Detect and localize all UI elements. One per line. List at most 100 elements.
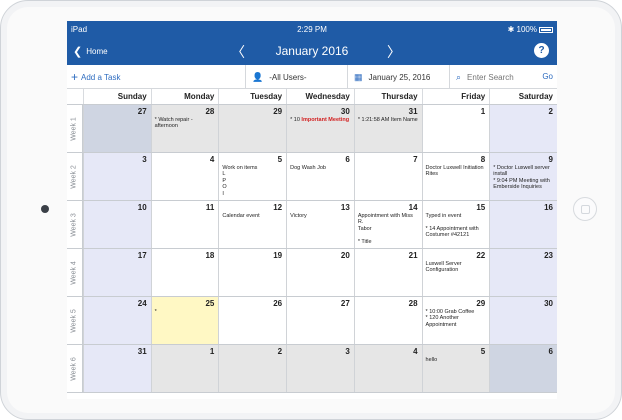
day-cell[interactable]: 28 * Watch repair - afternoon — [150, 105, 219, 152]
day-cell[interactable]: 8 Doctor Luxwell Initiation Rites — [421, 153, 490, 200]
event-text: Calendar event — [222, 213, 260, 219]
add-task-label: Add a Task — [81, 73, 121, 82]
day-cell[interactable]: 31 — [82, 345, 151, 392]
day-cell[interactable]: 4 — [353, 345, 422, 392]
day-cell[interactable]: 24 — [82, 297, 151, 344]
day-cell[interactable]: 22 Luxwell Server Configuration — [421, 249, 490, 296]
day-cell[interactable]: 2 — [489, 105, 557, 152]
day-cell[interactable]: 9 * Doctor Luxwell server install * 9:04 … — [489, 153, 557, 200]
next-month-button[interactable]: 〉 — [387, 42, 401, 62]
user-filter-value: -All Users- — [269, 73, 307, 82]
day-number: 29 — [273, 107, 283, 116]
day-cell[interactable]: 27 — [82, 105, 151, 152]
important-event-text: Important Meeting — [301, 117, 350, 123]
day-number: 5 — [480, 347, 486, 356]
day-cell[interactable]: 3 — [286, 345, 354, 392]
event-list[interactable]: Typed in event * 14 Appointment with Cos… — [426, 213, 488, 239]
day-cell[interactable]: 4 — [150, 153, 219, 200]
event-list[interactable]: Doctor Luxwell Initiation Rites — [426, 165, 488, 178]
day-cell[interactable]: 10 — [82, 201, 151, 248]
day-cell[interactable]: 31 * 1:21:58 AM Item Name — [353, 105, 422, 152]
day-cell[interactable]: 30 — [489, 297, 557, 344]
search-input[interactable] — [467, 73, 528, 82]
weekday-header: Sunday Monday Tuesday Wednesday Thursday Frid… — [67, 89, 557, 105]
day-cell[interactable]: 28 — [353, 297, 422, 344]
event-list[interactable]: Appointment with Miss R. Tabor * Title — [358, 213, 420, 245]
week-label-text: Week 4 — [70, 260, 78, 285]
day-number: 21 — [408, 251, 418, 260]
weekday-sunday: Sunday — [82, 89, 151, 104]
event-list[interactable]: * — [155, 309, 217, 315]
day-cell[interactable]: 27 — [286, 297, 354, 344]
day-cell[interactable]: 5 hello — [421, 345, 490, 392]
day-cell[interactable]: 19 — [218, 249, 287, 296]
event-text: Victory — [290, 213, 307, 219]
event-list[interactable]: Work on items L P O I — [222, 165, 284, 197]
event-list[interactable]: * 1:21:58 AM Item Name — [358, 117, 420, 123]
home-button-icon — [581, 205, 590, 214]
event-list[interactable]: Calendar event — [222, 213, 284, 219]
day-cell[interactable]: 2 — [218, 345, 287, 392]
day-cell[interactable]: 29 * 10:00 Grab Coffee * 120 Another Appo… — [421, 297, 490, 344]
weekday-wednesday: Wednesday — [286, 89, 354, 104]
help-button[interactable]: ? — [534, 43, 549, 58]
day-number: 25 — [205, 299, 215, 308]
add-task-button[interactable]: + Add a Task — [71, 65, 243, 89]
event-list[interactable]: hello — [426, 357, 488, 363]
day-cell[interactable]: 14 Appointment with Miss R. Tabor * Title — [353, 201, 422, 248]
day-cell[interactable]: 12 Calendar event — [218, 201, 287, 248]
bluetooth-icon: ✱ — [507, 25, 517, 34]
day-cell[interactable]: 5 Work on items L P O I — [218, 153, 287, 200]
event-list[interactable]: Victory — [290, 213, 352, 219]
user-filter-select[interactable]: 👤 -All Users- — [245, 65, 345, 89]
day-cell[interactable]: 18 — [150, 249, 219, 296]
day-number: 8 — [480, 155, 486, 164]
day-cell[interactable]: 15 Typed in event * 14 Appointment with C… — [421, 201, 490, 248]
day-cell[interactable]: 29 — [218, 105, 287, 152]
day-number: 1 — [480, 107, 486, 116]
status-time: 2:29 PM — [297, 25, 327, 34]
day-cell[interactable]: 1 — [421, 105, 490, 152]
event-list[interactable]: Dog Wash Job — [290, 165, 352, 171]
week-column-header — [67, 89, 83, 104]
day-cell[interactable]: 30 * 10 Important Meeting — [286, 105, 354, 152]
event-list[interactable]: * Doctor Luxwell server install * 9:04 P… — [493, 165, 555, 191]
day-number: 3 — [345, 347, 350, 356]
week-row: Week 6 31 1 2 3 4 5 hello 6 — [67, 345, 557, 393]
date-picker[interactable]: ▦ January 25, 2016 — [347, 65, 447, 89]
day-number: 23 — [544, 251, 553, 260]
event-list[interactable]: Luxwell Server Configuration — [426, 261, 488, 274]
home-button[interactable] — [573, 197, 597, 221]
event-text: Work on items L P O I — [222, 165, 258, 197]
day-number: 11 — [205, 203, 215, 212]
day-cell[interactable]: 20 — [286, 249, 354, 296]
day-cell[interactable]: 1 — [150, 345, 219, 392]
day-cell[interactable]: 11 — [150, 201, 219, 248]
day-cell[interactable]: 23 — [489, 249, 557, 296]
day-cell[interactable]: 21 — [353, 249, 422, 296]
event-text: Luxwell Server Configuration — [425, 261, 462, 274]
day-number: 20 — [340, 251, 350, 260]
day-cell[interactable]: 25 * — [150, 297, 219, 344]
day-cell[interactable]: 26 — [218, 297, 287, 344]
go-button[interactable]: Go — [542, 65, 553, 89]
day-cell[interactable]: 13 Victory — [286, 201, 354, 248]
event-list[interactable]: * 10:00 Grab Coffee * 120 Another Appoin… — [426, 309, 488, 328]
day-cell[interactable]: 16 — [489, 201, 557, 248]
day-cell[interactable]: 3 — [82, 153, 151, 200]
week-row: Week 2 3 4 5 Work on items L P O I 6 Dog Wash … — [67, 153, 557, 201]
day-cell[interactable]: 17 — [82, 249, 151, 296]
ipad-frame: iPad 2:29 PM ✱ 100% ❮ Home 〈 January 2016… — [0, 0, 622, 420]
day-cell[interactable]: 7 — [353, 153, 422, 200]
event-list[interactable]: * 10 Important Meeting — [290, 117, 352, 123]
event-text: * 10 — [290, 117, 302, 123]
plus-icon: + — [71, 70, 79, 84]
day-cell[interactable]: 6 Dog Wash Job — [286, 153, 354, 200]
day-cell[interactable]: 6 — [489, 345, 557, 392]
camera-icon — [41, 205, 49, 213]
event-list[interactable]: * Watch repair - afternoon — [155, 117, 217, 130]
week-label-text: Week 6 — [70, 356, 78, 381]
event-text: hello — [425, 357, 438, 363]
event-text: Doctor Luxwell Initiation Rites — [425, 165, 484, 178]
day-number: 2 — [548, 107, 553, 116]
